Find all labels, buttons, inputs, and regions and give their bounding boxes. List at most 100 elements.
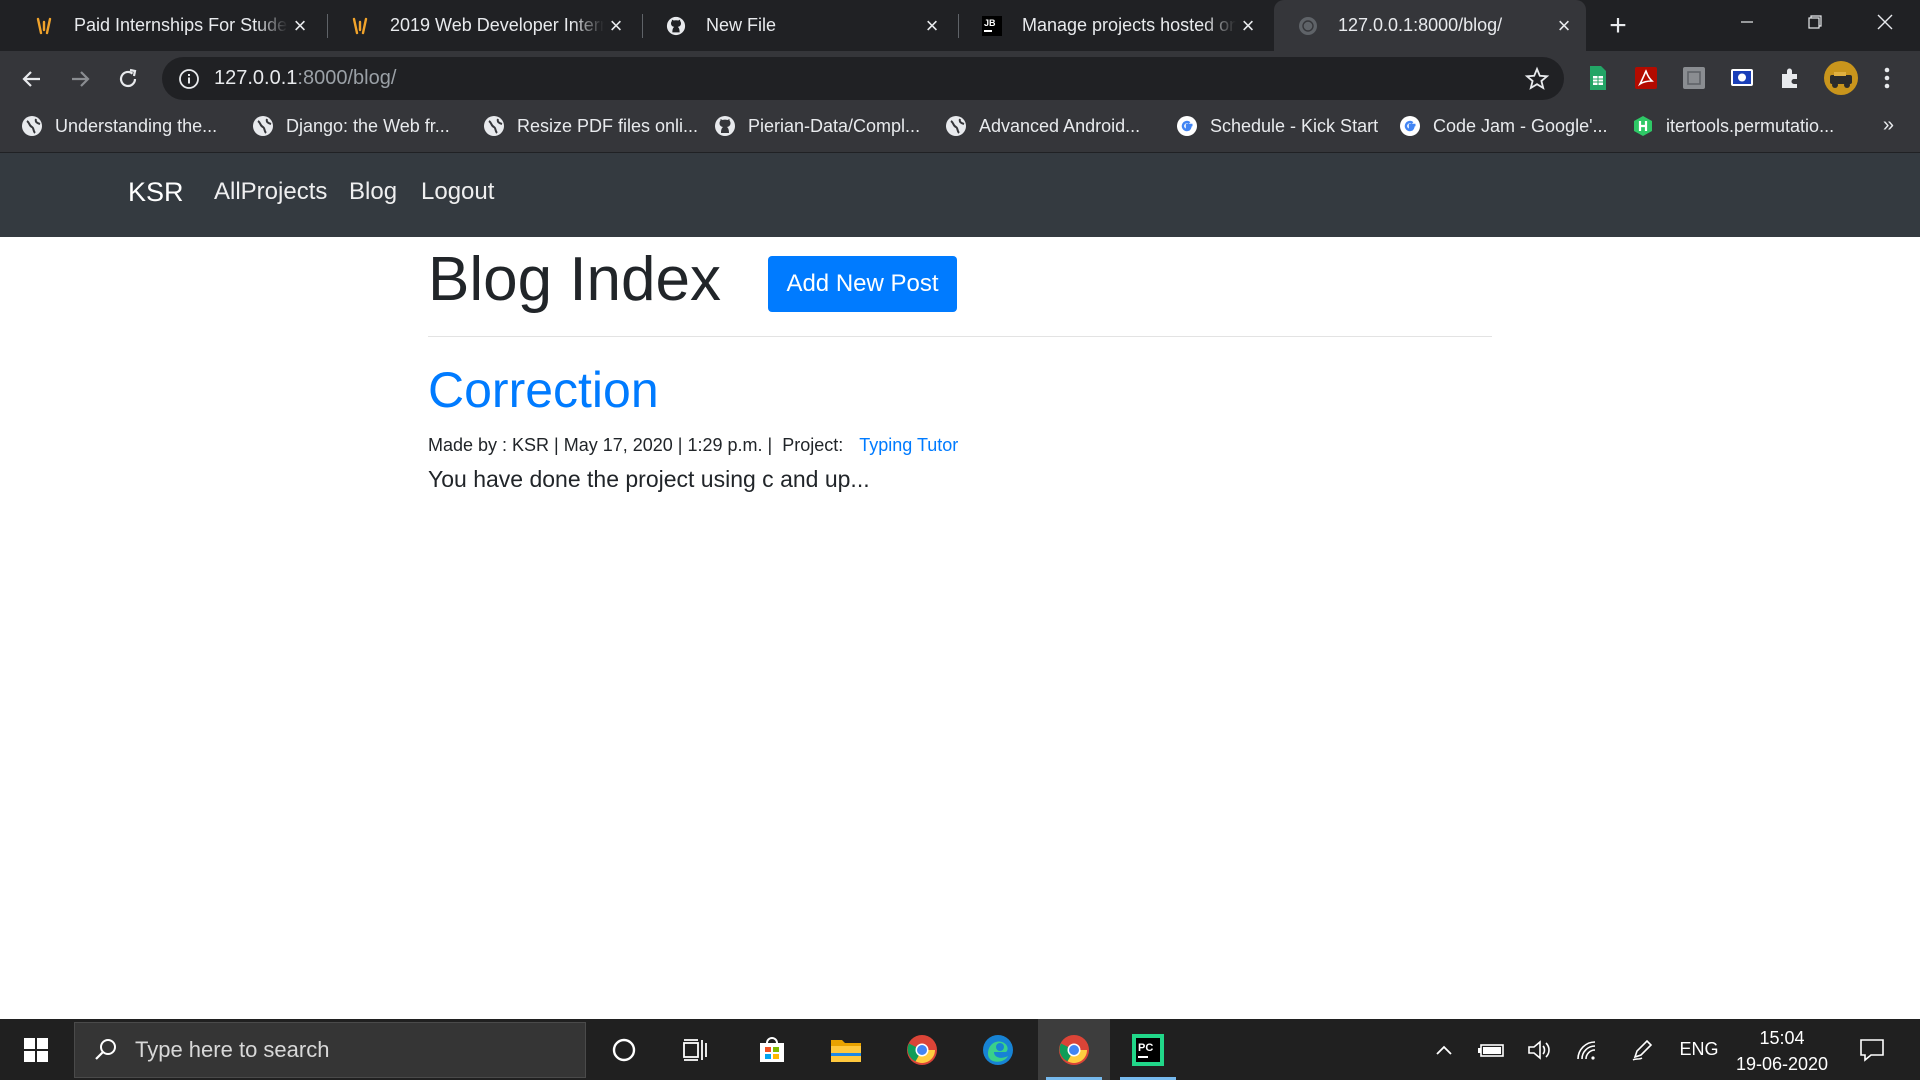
edge-icon [983,1034,1013,1065]
start-button[interactable] [0,1019,72,1080]
bookmark-label: Schedule - Kick Start [1210,115,1379,136]
task-view-button[interactable] [660,1019,732,1080]
windows-taskbar: Type here to search PC ENG 15:04 19-06-2… [0,1019,1920,1080]
bookmark-item[interactable]: itertools.permutatio... [1632,106,1834,146]
arrow-right-icon [72,71,90,87]
address-url: 127.0.0.1:8000/blog/ [214,67,396,90]
taskbar-search-box[interactable]: Type here to search [74,1022,586,1078]
minimize-icon [1741,21,1753,23]
navbar-brand[interactable]: KSR [128,177,184,208]
chrome-icon [1059,1034,1089,1065]
address-bar[interactable]: 127.0.0.1:8000/blog/ [162,57,1564,100]
task-view-icon [683,1038,707,1061]
sheets-extension-icon[interactable] [1585,65,1611,91]
cortana-icon [612,1038,636,1061]
bookmark-item[interactable]: Schedule - Kick Start [1176,106,1378,146]
chrome-taskbar-button[interactable] [886,1019,958,1080]
internshala-icon [350,16,370,36]
grey-extension-icon[interactable] [1681,65,1707,91]
puzzle-extensions-icon[interactable] [1777,65,1803,91]
bookmarks-overflow-button[interactable]: » [1883,114,1894,137]
chrome-active-taskbar-button[interactable] [1038,1019,1110,1080]
tab-title: 127.0.0.1:8000/blog/ [1338,15,1503,35]
tab-paid-internships[interactable]: Paid Internships For Students × [10,0,322,51]
new-tab-button[interactable]: + [1604,9,1632,42]
wifi-icon [1577,1040,1596,1060]
globe-icon [1298,16,1318,36]
page-title: Blog Index [428,245,721,314]
action-center-button[interactable] [1852,1019,1892,1080]
post-title-link[interactable]: Correction [428,361,659,419]
jetbrains-icon: JB [982,15,1002,36]
close-icon[interactable]: × [1236,13,1260,38]
restore-icon [1808,15,1822,29]
microsoft-store-button[interactable] [736,1019,808,1080]
bookmark-star-icon[interactable] [1524,66,1550,92]
back-button[interactable] [16,63,48,95]
chrome-icon [907,1034,937,1065]
bookmark-item[interactable]: Django: the Web fr... [252,106,450,146]
close-icon[interactable]: × [604,13,628,38]
tab-title: Paid Internships For Students [74,15,288,35]
cortana-button[interactable] [588,1019,660,1080]
reload-button[interactable] [112,63,144,95]
hackerrank-icon [1632,115,1654,137]
bookmark-label: Understanding the... [55,115,218,136]
nav-link-blog[interactable]: Blog [349,178,397,206]
globe-icon [252,115,274,137]
project-link[interactable]: Typing Tutor [859,435,958,455]
bookmark-label: Advanced Android... [979,115,1141,136]
google-icon [1399,115,1421,137]
bookmark-item[interactable]: Resize PDF files onli... [483,106,698,146]
file-explorer-button[interactable] [810,1019,882,1080]
battery-button[interactable] [1476,1019,1508,1080]
profile-avatar-icon[interactable] [1824,61,1858,95]
close-window-button[interactable] [1852,0,1918,44]
close-icon[interactable]: × [1552,13,1576,38]
github-icon [714,115,736,137]
close-icon[interactable]: × [920,13,944,38]
browser-tab-strip: Paid Internships For Students × 2019 Web… [0,0,1920,51]
windows-logo-icon [24,1037,48,1062]
bookmark-item[interactable]: Advanced Android... [945,106,1140,146]
pycharm-taskbar-button[interactable]: PC [1112,1019,1184,1080]
volume-button[interactable] [1524,1019,1556,1080]
restore-button[interactable] [1782,0,1848,44]
add-new-post-button[interactable]: Add New Post [768,256,957,312]
bookmark-label: itertools.permutatio... [1666,115,1835,136]
input-language-indicator[interactable]: ENG [1676,1019,1722,1080]
network-button[interactable] [1572,1019,1604,1080]
nav-link-logout[interactable]: Logout [421,178,494,206]
show-hidden-icons-button[interactable] [1430,1019,1458,1080]
forward-button[interactable] [64,63,96,95]
bookmark-item[interactable]: Pierian-Data/Compl... [714,106,920,146]
site-navbar: KSR AllProjects Blog Logout [0,153,1920,237]
close-icon [1877,14,1893,30]
url-host: 127.0.0.1 [214,67,298,89]
screen-capture-extension-icon[interactable] [1729,65,1755,91]
bookmark-item[interactable]: Understanding the... [21,106,217,146]
bookmark-label: Resize PDF files onli... [517,115,699,136]
edge-taskbar-button[interactable] [962,1019,1034,1080]
minimize-button[interactable] [1714,0,1780,44]
url-path: :8000/blog/ [297,67,397,89]
close-icon[interactable]: × [288,13,312,38]
clock-date: 19-06-2020 [1735,1054,1829,1074]
tab-manage-projects[interactable]: JB Manage projects hosted on × [958,0,1270,51]
info-icon[interactable] [178,68,200,90]
nav-link-allprojects[interactable]: AllProjects [214,178,327,206]
taskbar-clock[interactable]: 15:04 19-06-2020 [1726,1025,1838,1077]
bookmark-item[interactable]: Code Jam - Google'... [1399,106,1608,146]
pdf-extension-icon[interactable] [1633,65,1659,91]
chrome-menu-icon[interactable] [1874,65,1900,91]
notification-icon [1860,1038,1884,1062]
post-meta-text: Made by : KSR | May 17, 2020 | 1:29 p.m.… [428,435,849,455]
bookmarks-bar: Understanding the... Django: the Web fr.… [0,106,1920,153]
tab-blog-active[interactable]: 127.0.0.1:8000/blog/ × [1274,0,1586,51]
bookmark-label: Code Jam - Google'... [1433,115,1608,136]
tab-web-developer-internship[interactable]: 2019 Web Developer Internship × [326,0,638,51]
pen-button[interactable] [1626,1019,1658,1080]
globe-icon [945,115,967,137]
tab-title: New File [706,15,777,35]
tab-new-file[interactable]: New File × [642,0,954,51]
